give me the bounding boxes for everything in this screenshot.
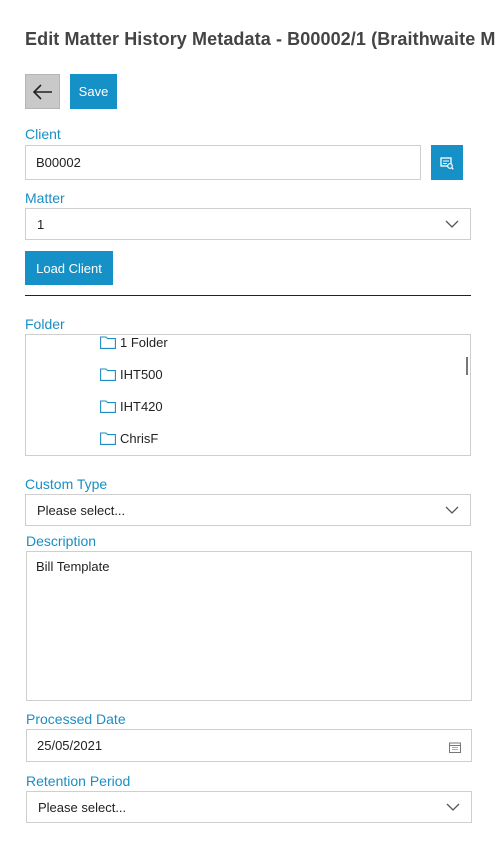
processed-date-input[interactable]: 25/05/2021 (26, 729, 472, 762)
back-button[interactable] (25, 74, 60, 109)
client-label: Client (25, 126, 61, 142)
calendar-icon[interactable] (449, 741, 461, 756)
folder-tree[interactable]: 1 Folder IHT500 IHT420 ChrisF (25, 334, 471, 456)
matter-label: Matter (25, 190, 65, 206)
custom-type-value: Please select... (37, 502, 126, 518)
folder-scrollbar[interactable] (466, 357, 468, 375)
folder-item-label: 1 Folder (120, 335, 168, 350)
chevron-down-icon (444, 505, 460, 515)
client-lookup-button[interactable] (431, 145, 463, 180)
processed-date-label: Processed Date (26, 711, 126, 727)
folder-item[interactable]: IHT500 (100, 367, 163, 382)
client-input[interactable]: B00002 (25, 145, 421, 180)
folder-item-label: ChrisF (120, 431, 159, 446)
folder-icon (100, 336, 116, 349)
processed-date-value: 25/05/2021 (37, 738, 103, 753)
folder-item[interactable]: IHT420 (100, 399, 163, 414)
save-button[interactable]: Save (70, 74, 117, 109)
custom-type-select[interactable]: Please select... (25, 494, 471, 526)
folder-item-label: IHT500 (120, 367, 163, 382)
chevron-down-icon (444, 219, 460, 229)
matter-select[interactable]: 1 (25, 208, 471, 240)
retention-period-value: Please select... (38, 799, 127, 815)
page-title: Edit Matter History Metadata - B00002/1 … (25, 29, 496, 49)
retention-period-label: Retention Period (26, 773, 131, 789)
folder-item-label: IHT420 (120, 399, 163, 414)
chevron-down-icon (445, 802, 461, 812)
folder-label: Folder (25, 316, 65, 332)
divider (25, 295, 471, 296)
folder-icon (100, 400, 116, 413)
matter-value: 1 (37, 216, 45, 232)
retention-period-select[interactable]: Please select... (26, 791, 472, 823)
folder-item[interactable]: ChrisF (100, 431, 158, 446)
description-textarea[interactable]: Bill Template (26, 551, 472, 701)
folder-item[interactable]: 1 Folder (100, 335, 168, 350)
arrow-left-icon (32, 83, 52, 100)
load-client-button[interactable]: Load Client (25, 251, 113, 285)
folder-icon (100, 432, 116, 445)
folder-icon (100, 368, 116, 381)
custom-type-label: Custom Type (25, 476, 108, 492)
client-search-icon (440, 156, 454, 170)
description-label: Description (26, 533, 97, 549)
